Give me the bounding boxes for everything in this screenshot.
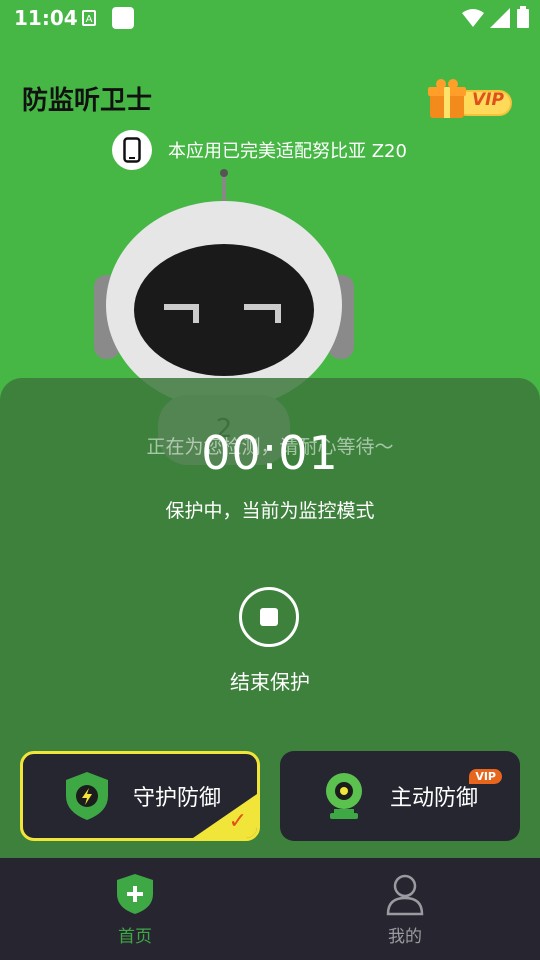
- webcam-icon: [320, 770, 368, 822]
- user-icon: [386, 874, 424, 916]
- notification-square-icon: [112, 7, 134, 29]
- protection-timer: 00:01: [201, 426, 339, 480]
- battery-icon: [517, 6, 529, 28]
- wifi-icon: [462, 9, 484, 27]
- status-bar: 11:04 A: [0, 0, 540, 36]
- device-compat-text: 本应用已完美适配努比亚 Z20: [168, 141, 407, 162]
- status-time: 11:04: [14, 6, 78, 30]
- nav-home-label: 首页: [118, 927, 152, 947]
- signal-icon: [490, 8, 510, 28]
- guard-defense-card[interactable]: 守护防御 ✓: [20, 751, 260, 841]
- nav-mine-label: 我的: [388, 927, 422, 947]
- phone-icon: [112, 130, 152, 170]
- shield-lightning-icon: [63, 770, 111, 822]
- vip-label: VIP: [472, 90, 504, 110]
- vip-gift-button[interactable]: VIP: [428, 78, 514, 122]
- protection-mode-text: 保护中，当前为监控模式: [165, 500, 375, 522]
- active-defense-card[interactable]: 主动防御 VIP: [280, 751, 520, 841]
- stop-protection-label[interactable]: 结束保护: [0, 666, 540, 695]
- notification-a-icon: A: [82, 10, 96, 26]
- active-defense-label: 主动防御: [390, 786, 479, 811]
- vip-tag: VIP: [469, 769, 502, 784]
- nav-item-home[interactable]: 首页: [0, 858, 270, 960]
- selected-corner-marker: [193, 794, 257, 838]
- stop-icon: [260, 608, 278, 626]
- app-title: 防监听卫士: [22, 86, 153, 116]
- home-shield-icon: [117, 874, 153, 914]
- stop-protection-button[interactable]: [239, 587, 299, 647]
- device-compat-row: 本应用已完美适配努比亚 Z20: [112, 130, 407, 170]
- check-icon: ✓: [228, 809, 247, 834]
- nav-item-mine[interactable]: 我的: [270, 858, 540, 960]
- bottom-nav: 首页 我的: [0, 858, 540, 960]
